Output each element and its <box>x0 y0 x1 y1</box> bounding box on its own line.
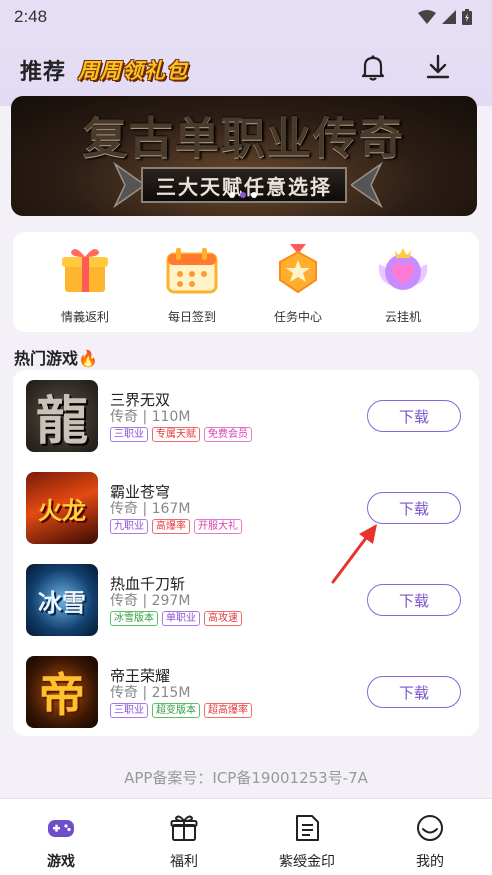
annotation-arrow-icon <box>331 524 377 584</box>
nav-profile[interactable]: 我的 <box>385 813 475 871</box>
game-tag: 三职业 <box>110 703 148 718</box>
game-thumbnail[interactable]: 冰雪 <box>26 564 98 636</box>
gamepad-icon <box>48 820 74 837</box>
quick-item-label: 云挂机 <box>384 310 421 324</box>
heart-wings-icon <box>378 248 428 290</box>
thumb-glyph: 冰雪 <box>38 588 86 617</box>
game-meta: 传奇 | 297M <box>110 593 191 609</box>
game-row[interactable]: 帝 帝王荣耀 传奇 | 215M 三职业 超变版本 超高爆率 下载 <box>13 646 479 738</box>
wifi-icon <box>418 10 436 24</box>
quick-menu: 情義返利 每日签到 任务中心 云挂机 <box>13 232 479 332</box>
quick-item-label: 情義返利 <box>60 310 109 324</box>
nav-welfare[interactable]: 福利 <box>139 813 229 871</box>
game-meta: 传奇 | 110M <box>110 409 191 425</box>
quick-item-cloud-idle[interactable]: 云挂机 <box>358 242 448 325</box>
bell-icon <box>361 55 385 81</box>
game-meta: 传奇 | 167M <box>110 501 191 517</box>
weekly-gift-promo[interactable]: 周周领礼包 <box>78 55 188 85</box>
nav-label: 游戏 <box>47 854 75 870</box>
thumb-glyph: 火龙 <box>38 496 86 525</box>
game-tag: 冰雪版本 <box>110 611 158 626</box>
game-row[interactable]: 火龙 霸业苍穹 传奇 | 167M 九职业 高爆率 开服大礼 下载 <box>13 462 479 554</box>
status-bar: 2:48 <box>0 0 492 34</box>
banner-dot[interactable] <box>229 192 235 198</box>
banner-pagination <box>229 192 257 198</box>
game-tag: 超变版本 <box>152 703 200 718</box>
quick-item-tasks[interactable]: 任务中心 <box>253 242 343 325</box>
nav-games[interactable]: 游戏 <box>16 813 106 871</box>
banner-wing-left-icon <box>113 162 145 208</box>
notification-button[interactable] <box>360 54 386 86</box>
game-tag: 免费会员 <box>204 427 252 442</box>
battery-icon <box>462 9 472 25</box>
signal-icon <box>442 10 456 24</box>
bottom-nav: 游戏 福利 紫绶金印 我的 <box>0 798 492 875</box>
download-button[interactable]: 下载 <box>367 676 461 708</box>
game-tag: 开服大礼 <box>194 519 242 534</box>
quick-item-label: 任务中心 <box>273 310 322 324</box>
nav-label: 紫绶金印 <box>279 854 335 870</box>
quick-item-label: 每日签到 <box>167 310 216 324</box>
banner-wing-right-icon <box>351 162 383 208</box>
download-icon <box>426 54 450 79</box>
download-button[interactable]: 下载 <box>367 400 461 432</box>
game-tag: 超高爆率 <box>204 703 252 718</box>
hot-games-title: 热门游戏🔥 <box>14 345 98 369</box>
gift-icon <box>170 815 198 841</box>
gift-box-icon <box>62 248 108 292</box>
game-tags: 三职业 专属天赋 免费会员 <box>110 427 252 442</box>
game-tags: 九职业 高爆率 开服大礼 <box>110 519 242 534</box>
game-tag: 专属天赋 <box>152 427 200 442</box>
thumb-glyph: 帝 <box>39 668 85 722</box>
fire-icon: 🔥 <box>78 349 98 368</box>
banner-dot[interactable] <box>251 192 257 198</box>
game-list: 龍 三界无双 传奇 | 110M 三职业 专属天赋 免费会员 下载 火龙 霸业苍… <box>13 370 479 736</box>
promo-banner[interactable]: 复古单职业传奇 三大天赋任意选择 <box>11 96 477 216</box>
page-title: 推荐 <box>20 60 67 85</box>
thumb-glyph: 龍 <box>35 390 88 452</box>
game-row[interactable]: 冰雪 热血千刀斩 传奇 | 297M 冰雪版本 单职业 高攻速 下载 <box>13 554 479 646</box>
game-thumbnail[interactable]: 火龙 <box>26 472 98 544</box>
status-time: 2:48 <box>14 7 48 26</box>
game-thumbnail[interactable]: 龍 <box>26 380 98 452</box>
game-tag: 九职业 <box>110 519 148 534</box>
game-thumbnail[interactable]: 帝 <box>26 656 98 728</box>
download-manager-button[interactable] <box>425 54 451 84</box>
medal-icon <box>279 244 317 294</box>
game-tag: 三职业 <box>110 427 148 442</box>
section-title-text: 热门游戏 <box>14 349 79 368</box>
nav-seal[interactable]: 紫绶金印 <box>262 813 352 871</box>
game-tags: 三职业 超变版本 超高爆率 <box>110 703 252 718</box>
nav-label: 福利 <box>170 854 198 870</box>
quick-item-rebate[interactable]: 情義返利 <box>40 242 130 325</box>
game-tags: 冰雪版本 单职业 高攻速 <box>110 611 242 626</box>
game-row[interactable]: 龍 三界无双 传奇 | 110M 三职业 专属天赋 免费会员 下载 <box>13 370 479 462</box>
game-tag: 单职业 <box>162 611 200 626</box>
icp-record: APP备案号：ICP备19001253号-7A <box>124 769 368 787</box>
banner-headline: 复古单职业传奇 <box>83 113 405 164</box>
calendar-icon <box>166 248 218 294</box>
status-icons <box>418 9 472 25</box>
game-tag: 高攻速 <box>204 611 242 626</box>
document-icon <box>296 815 319 841</box>
profile-icon <box>417 815 443 841</box>
quick-item-checkin[interactable]: 每日签到 <box>147 242 237 325</box>
game-meta: 传奇 | 215M <box>110 685 191 701</box>
nav-label: 我的 <box>416 854 444 870</box>
banner-dot-active[interactable] <box>240 192 246 198</box>
game-tag: 高爆率 <box>152 519 190 534</box>
